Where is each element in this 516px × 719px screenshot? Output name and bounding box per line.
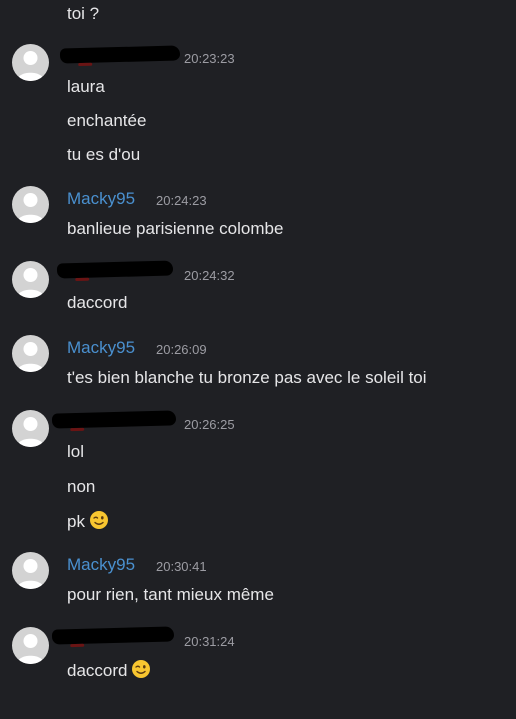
user-avatar-icon[interactable] [12, 261, 49, 298]
message-author[interactable]: Macky95 [67, 337, 135, 359]
message-text: laura [67, 77, 105, 96]
redacted-username [51, 626, 175, 645]
message-text: enchantée [67, 111, 147, 130]
message-timestamp: 20:24:23 [156, 193, 207, 208]
redacted-username [56, 260, 174, 279]
message-text: lol [67, 442, 85, 461]
message-text: toi ? [67, 4, 100, 23]
message-text: tu es d'ou [67, 145, 141, 164]
user-avatar-icon[interactable] [12, 186, 49, 223]
redacted-username [59, 45, 181, 64]
message-author[interactable]: Macky95 [67, 188, 135, 210]
user-avatar-icon[interactable] [12, 335, 49, 372]
message-text: daccord [67, 659, 151, 685]
message-text: pk [67, 510, 109, 536]
user-avatar-icon[interactable] [12, 44, 49, 81]
message-timestamp: 20:23:23 [184, 51, 235, 66]
message-timestamp: 20:26:09 [156, 342, 207, 357]
message-text-content: daccord [67, 661, 128, 680]
message-text: non [67, 477, 96, 496]
user-avatar-icon[interactable] [12, 552, 49, 589]
redacted-username [51, 410, 177, 429]
message-text: daccord [67, 293, 128, 312]
message-timestamp: 20:30:41 [156, 559, 207, 574]
chat-log: toi ? 20:23:23 laura enchantée tu es d'o… [0, 0, 516, 719]
message-text-content: pk [67, 512, 85, 531]
message-timestamp: 20:24:32 [184, 268, 235, 283]
message-author[interactable]: Macky95 [67, 554, 135, 576]
message-timestamp: 20:31:24 [184, 634, 235, 649]
user-avatar-icon[interactable] [12, 410, 49, 447]
message-timestamp: 20:26:25 [184, 417, 235, 432]
winking-face-icon [89, 510, 109, 536]
message-text: t'es bien blanche tu bronze pas avec le … [67, 368, 427, 387]
winking-face-icon [131, 659, 151, 685]
user-avatar-icon[interactable] [12, 627, 49, 664]
message-text: banlieue parisienne colombe [67, 219, 284, 238]
message-text: pour rien, tant mieux même [67, 585, 274, 604]
